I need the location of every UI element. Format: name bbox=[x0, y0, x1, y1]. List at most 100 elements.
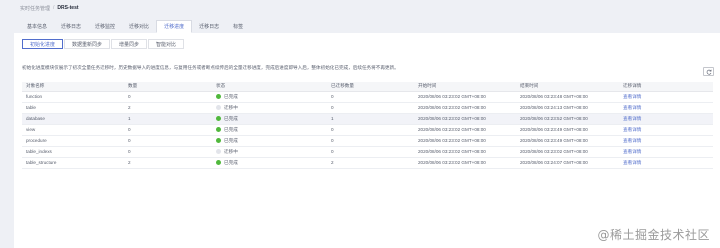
table-row: table_indexs 0 迁移中 0 2020/08/06 03:23:02 GMT… bbox=[22, 146, 713, 158]
view-detail-link[interactable]: 查看详情 bbox=[623, 105, 641, 110]
sub-tab-3[interactable]: 智能对比 bbox=[148, 39, 185, 49]
column-header: 已迁移数量 bbox=[327, 82, 414, 92]
table-row: database 1 已完成 1 2020/08/06 03:23:02 GMT+08:… bbox=[22, 113, 713, 125]
object-name: table bbox=[26, 105, 36, 110]
sub-tab-bar: 初始化进度 数据重新同步 增量同步 智能对比 bbox=[22, 39, 185, 49]
view-detail-link[interactable]: 查看详情 bbox=[623, 160, 641, 165]
refresh-icon bbox=[706, 69, 711, 75]
column-header: 状态 bbox=[212, 82, 327, 92]
top-tab-1[interactable]: 迁移日志 bbox=[54, 20, 88, 33]
start-time: 2020/08/06 03:23:02 GMT+08:00 bbox=[418, 160, 486, 165]
refresh-button[interactable] bbox=[703, 67, 714, 76]
object-name: table_indexs bbox=[26, 149, 52, 154]
watermark: @稀土掘金技术社区 bbox=[597, 228, 710, 242]
column-header: 数量 bbox=[124, 82, 212, 92]
status-badge: 迁移中 bbox=[216, 149, 327, 155]
top-tab-6[interactable]: 标签 bbox=[226, 20, 250, 33]
status-badge: 已完成 bbox=[216, 127, 327, 133]
table-row: view 0 已完成 0 2020/08/06 03:23:02 GMT+08:00 20… bbox=[22, 124, 713, 136]
column-header: 迁移详情 bbox=[619, 82, 713, 92]
top-tab-4[interactable]: 迁移进度 bbox=[156, 20, 193, 33]
status-done-icon bbox=[216, 160, 221, 165]
end-time: 2020/08/06 03:24:13 GMT+08:00 bbox=[520, 105, 588, 110]
status-done-icon bbox=[216, 138, 221, 143]
view-detail-link[interactable]: 查看详情 bbox=[623, 94, 641, 99]
breadcrumb: 实时任务管理 / DRS-test bbox=[20, 4, 79, 12]
status-badge: 已完成 bbox=[216, 138, 327, 144]
status-text: 已完成 bbox=[224, 93, 238, 99]
status-badge: 已完成 bbox=[216, 94, 327, 100]
start-time: 2020/08/06 03:23:02 GMT+08:00 bbox=[418, 127, 486, 132]
sub-tab-0[interactable]: 初始化进度 bbox=[22, 39, 64, 49]
status-running-icon bbox=[216, 105, 221, 110]
start-time: 2020/08/06 03:23:02 GMT+08:00 bbox=[418, 105, 486, 110]
status-badge: 已完成 bbox=[216, 116, 327, 122]
status-text: 迁移中 bbox=[224, 104, 238, 110]
table-row: procedure 0 已完成 0 2020/08/06 03:23:02 GMT+08… bbox=[22, 135, 713, 147]
object-count: 0 bbox=[128, 127, 131, 132]
top-tab-2[interactable]: 迁移监控 bbox=[88, 20, 122, 33]
start-time: 2020/08/06 03:23:02 GMT+08:00 bbox=[418, 116, 486, 121]
status-text: 已完成 bbox=[224, 126, 238, 132]
migrated-count: 0 bbox=[331, 149, 334, 154]
top-tab-5[interactable]: 迁移日志 bbox=[192, 20, 226, 33]
object-name: table_structure bbox=[26, 160, 57, 165]
table-row: function 0 已完成 0 2020/08/06 03:23:02 GMT+08:… bbox=[22, 91, 713, 103]
end-time: 2020/08/06 03:23:52 GMT+08:00 bbox=[520, 116, 588, 121]
status-text: 已完成 bbox=[224, 115, 238, 121]
end-time: 2020/08/06 03:23:49 GMT+08:00 bbox=[520, 138, 588, 143]
migrated-count: 0 bbox=[331, 138, 334, 143]
top-tab-3[interactable]: 迁移对比 bbox=[122, 20, 156, 33]
object-count: 2 bbox=[128, 105, 131, 110]
status-badge: 迁移中 bbox=[216, 105, 327, 111]
status-text: 迁移中 bbox=[224, 148, 238, 154]
object-name: view bbox=[26, 127, 36, 132]
sub-tab-1[interactable]: 数据重新同步 bbox=[64, 39, 111, 49]
column-header: 对象名称 bbox=[22, 82, 124, 92]
end-time: 2020/08/06 03:23:49 GMT+08:00 bbox=[520, 127, 588, 132]
column-header: 结束时间 bbox=[516, 82, 619, 92]
table-header-row: 对象名称 数量 状态 已迁移数量 开始时间 结束时间 迁移详情 bbox=[22, 82, 713, 92]
migrated-count: 2 bbox=[331, 160, 334, 165]
progress-table: 对象名称 数量 状态 已迁移数量 开始时间 结束时间 迁移详情 function 0 已完成 0 2… bbox=[22, 82, 713, 169]
status-done-icon bbox=[216, 127, 221, 132]
breadcrumb-current: DRS-test bbox=[57, 5, 79, 11]
status-done-icon bbox=[216, 116, 221, 121]
table-row: table 2 迁移中 0 2020/08/06 03:23:02 GMT+08:00 2… bbox=[22, 102, 713, 114]
view-detail-link[interactable]: 查看详情 bbox=[623, 138, 641, 143]
end-time: 2020/08/06 03:23:48 GMT+08:00 bbox=[520, 94, 588, 99]
breadcrumb-parent-link[interactable]: 实时任务管理 bbox=[20, 5, 50, 12]
status-text: 已完成 bbox=[224, 159, 238, 165]
start-time: 2020/08/06 03:23:02 GMT+08:00 bbox=[418, 149, 486, 154]
object-count: 0 bbox=[128, 138, 131, 143]
top-tab-bar: 基本信息 迁移日志 迁移监控 迁移对比 迁移进度 迁移日志 标签 bbox=[20, 20, 250, 33]
breadcrumb-separator: / bbox=[53, 5, 55, 11]
migrated-count: 1 bbox=[331, 116, 334, 121]
end-time: 2020/08/06 03:24:07 GMT+08:00 bbox=[520, 160, 588, 165]
object-count: 2 bbox=[128, 160, 131, 165]
progress-description: 初始化进度模块仅展示了初次全量任务迁移时，历史数据导入的进度信息，与复用任务或者… bbox=[22, 65, 399, 70]
object-name: database bbox=[26, 116, 45, 121]
status-running-icon bbox=[216, 149, 221, 154]
column-header: 开始时间 bbox=[414, 82, 516, 92]
object-name: function bbox=[26, 94, 43, 99]
top-tab-0[interactable]: 基本信息 bbox=[20, 20, 54, 33]
start-time: 2020/08/06 03:23:02 GMT+08:00 bbox=[418, 138, 486, 143]
content-panel: 初始化进度 数据重新同步 增量同步 智能对比 初始化进度模块仅展示了初次全量任务迁移时… bbox=[14, 33, 720, 248]
view-detail-link[interactable]: 查看详情 bbox=[623, 127, 641, 132]
table-row: table_structure 2 已完成 2 2020/08/06 03:23:02 … bbox=[22, 157, 713, 169]
status-badge: 已完成 bbox=[216, 160, 327, 166]
object-count: 0 bbox=[128, 94, 131, 99]
migrated-count: 0 bbox=[331, 105, 334, 110]
view-detail-link[interactable]: 查看详情 bbox=[623, 116, 641, 121]
sub-tab-2[interactable]: 增量同步 bbox=[111, 39, 148, 49]
status-done-icon bbox=[216, 94, 221, 99]
end-time: 2020/08/06 03:23:02 GMT+08:00 bbox=[520, 149, 588, 154]
migrated-count: 0 bbox=[331, 127, 334, 132]
object-count: 0 bbox=[128, 149, 131, 154]
start-time: 2020/08/06 03:23:02 GMT+08:00 bbox=[418, 94, 486, 99]
object-count: 1 bbox=[128, 116, 131, 121]
status-text: 已完成 bbox=[224, 137, 238, 143]
migrated-count: 0 bbox=[331, 94, 334, 99]
view-detail-link[interactable]: 查看详情 bbox=[623, 149, 641, 154]
